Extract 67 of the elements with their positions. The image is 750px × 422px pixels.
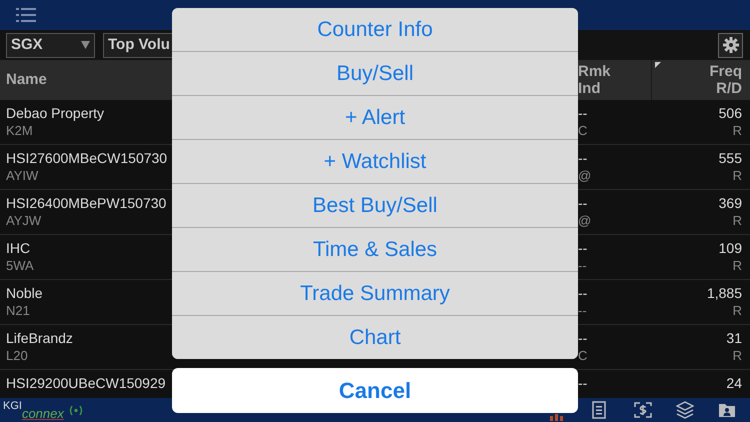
table-cell: --	[578, 284, 588, 302]
table-cell: 369	[718, 194, 742, 212]
exchange-dropdown[interactable]: SGX	[6, 32, 95, 58]
table-cell: HSI26400MBePW150730	[6, 194, 166, 212]
table-cell: K2M	[6, 122, 33, 140]
table-cell: R	[732, 212, 742, 230]
layers-icon[interactable]	[676, 401, 694, 419]
action-sheet-item[interactable]: Best Buy/Sell	[172, 184, 578, 227]
table-cell: --	[578, 194, 588, 212]
currency-exchange-icon[interactable]	[634, 402, 652, 418]
bar-chart-icon[interactable]	[550, 414, 564, 421]
cancel-button[interactable]: Cancel	[172, 368, 578, 413]
table-cell: AYIW	[6, 167, 38, 185]
table-cell: C	[578, 347, 588, 365]
table-cell: HSI27600MBeCW150730	[6, 149, 168, 167]
table-cell: R	[732, 167, 742, 185]
table-cell: Noble	[6, 284, 43, 302]
table-cell: IHC	[6, 239, 30, 257]
document-icon[interactable]	[592, 401, 606, 419]
sort-marker-icon	[655, 62, 661, 68]
brand-logo: connex	[22, 406, 64, 420]
table-cell: 506	[718, 104, 742, 122]
action-sheet-item[interactable]: Chart	[172, 316, 578, 359]
table-cell: --	[578, 302, 587, 320]
table-cell: R	[732, 122, 742, 140]
table-cell: 31	[726, 329, 742, 347]
settings-icon	[722, 37, 738, 53]
table-cell: N21	[6, 302, 30, 320]
table-cell: --	[578, 104, 588, 122]
table-cell: --	[578, 149, 588, 167]
column-header[interactable]: Freq R/D	[709, 63, 742, 97]
table-cell: R	[732, 302, 742, 320]
settings-button[interactable]	[718, 32, 743, 58]
table-cell: C	[578, 122, 588, 140]
column-header[interactable]: Rmk Ind	[578, 60, 651, 100]
menu-icon[interactable]	[16, 7, 36, 23]
table-cell: Debao Property	[6, 104, 104, 122]
table-cell: HSI29200UBeCW150929	[6, 374, 166, 392]
table-cell: --	[578, 257, 587, 275]
table-cell: LifeBrandz	[6, 329, 73, 347]
action-sheet-item[interactable]: Trade Summary	[172, 272, 578, 315]
table-cell: --	[578, 239, 588, 257]
brand-logo: KGI	[3, 401, 22, 412]
table-cell: 24	[726, 374, 742, 392]
table-cell: L20	[6, 347, 28, 365]
table-cell: R	[732, 257, 742, 275]
table-cell: AYJW	[6, 212, 42, 230]
action-sheet-item[interactable]: + Alert	[172, 96, 578, 139]
action-sheet-item[interactable]: Counter Info	[172, 8, 578, 51]
signal-icon	[68, 404, 83, 416]
table-cell: 109	[718, 239, 742, 257]
action-sheet-item[interactable]: + Watchlist	[172, 140, 578, 183]
table-cell: 5WA	[6, 257, 34, 275]
caret-icon	[81, 41, 90, 49]
table-cell: @	[578, 167, 592, 185]
table-cell: 555	[718, 149, 742, 167]
table-cell: 1,885	[706, 284, 742, 302]
table-cell: --	[578, 374, 588, 392]
folder-person-icon[interactable]	[718, 402, 736, 418]
list-dropdown[interactable]: Top Volu	[103, 32, 172, 58]
action-sheet-item[interactable]: Buy/Sell	[172, 52, 578, 95]
table-cell: @	[578, 212, 592, 230]
column-header[interactable]: Name	[6, 70, 47, 88]
action-sheet-item[interactable]: Time & Sales	[172, 228, 578, 271]
table-cell: R	[732, 347, 742, 365]
dropdown-value: SGX	[11, 34, 43, 55]
table-cell: --	[578, 329, 588, 347]
